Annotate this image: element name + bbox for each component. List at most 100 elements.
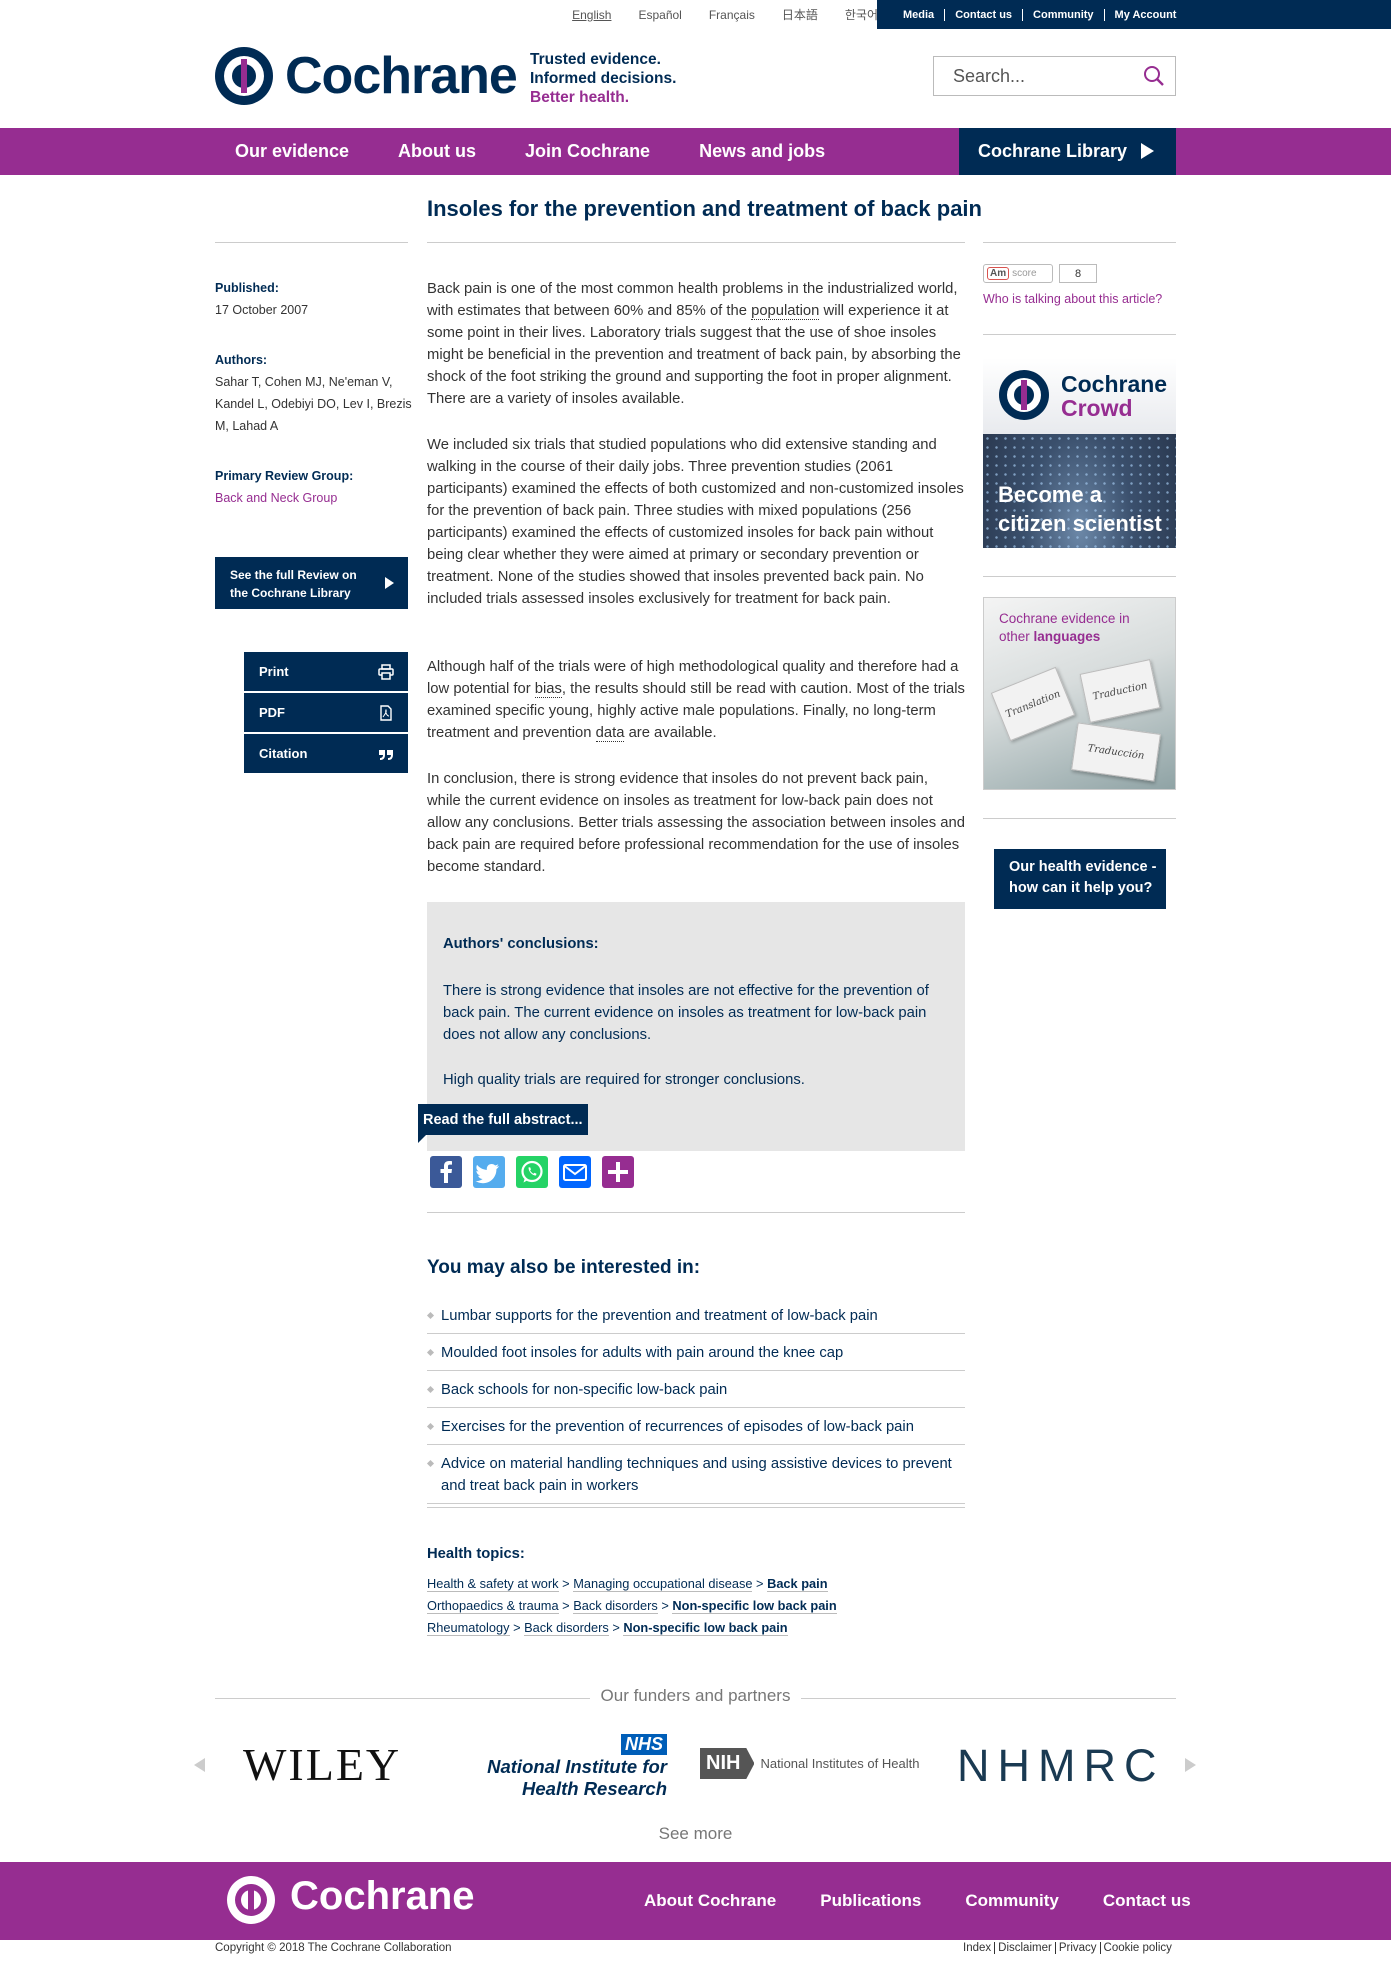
topic-link[interactable]: Rheumatology	[427, 1620, 510, 1636]
topic-link[interactable]: Non-specific low back pain	[623, 1620, 788, 1636]
legal-index[interactable]: Index	[963, 1942, 996, 1954]
carousel-prev-icon[interactable]	[194, 1758, 205, 1772]
topic-link[interactable]: Orthopaedics & trauma	[427, 1598, 559, 1614]
other-languages-emphasis: languages	[1033, 629, 1101, 644]
puzzle-piece: Translation	[990, 666, 1076, 742]
citation-label: Citation	[259, 746, 308, 761]
media-link[interactable]: Media	[891, 8, 946, 21]
footer-publications[interactable]: Publications	[820, 1891, 921, 1911]
altmetric-badge[interactable]: Am score 8	[983, 264, 1097, 283]
cochrane-logo-icon[interactable]	[227, 1876, 275, 1924]
nih-logo[interactable]: NIH National Institutes of Health	[700, 1748, 919, 1779]
twitter-share-icon[interactable]	[473, 1156, 505, 1188]
glossary-link-population[interactable]: population	[751, 303, 820, 320]
nav-news-and-jobs[interactable]: News and jobs	[699, 141, 825, 162]
lang-korean[interactable]: 한국어	[845, 6, 878, 23]
nhmrc-logo[interactable]: NHMRC	[957, 1740, 1164, 1792]
search-icon[interactable]	[1143, 65, 1165, 87]
footer-community[interactable]: Community	[965, 1891, 1059, 1911]
summary-paragraph-4: In conclusion, there is strong evidence …	[427, 771, 965, 875]
footer-about-cochrane[interactable]: About Cochrane	[644, 1891, 776, 1911]
wiley-logo[interactable]: WILEY	[243, 1738, 401, 1791]
published-label: Published:	[215, 281, 279, 295]
related-list: Lumbar supports for the prevention and t…	[427, 1301, 965, 1508]
nav-join-cochrane[interactable]: Join Cochrane	[525, 141, 650, 162]
whatsapp-share-icon[interactable]	[516, 1156, 548, 1188]
lang-japanese[interactable]: 日本語	[782, 6, 818, 23]
carousel-next-icon[interactable]	[1185, 1758, 1196, 1772]
more-share-icon[interactable]	[602, 1156, 634, 1188]
divider	[427, 1212, 965, 1213]
full-review-line-2: the Cochrane Library	[230, 586, 351, 600]
citation-button[interactable]: Citation	[244, 734, 408, 773]
other-languages-text: Cochrane evidence in other languages	[999, 610, 1130, 646]
play-arrow-icon	[385, 577, 394, 589]
puzzle-piece: Traducción	[1071, 722, 1161, 782]
print-button[interactable]: Print	[244, 652, 408, 691]
contact-us-link[interactable]: Contact us	[945, 8, 1024, 21]
footer-logo-text[interactable]: Cochrane	[290, 1874, 475, 1919]
utility-links: Media Contact us Community My Account	[877, 0, 1391, 29]
email-share-icon[interactable]	[559, 1156, 591, 1188]
lang-french[interactable]: Français	[709, 8, 755, 22]
pdf-file-icon	[380, 705, 392, 721]
see-more-link: See more	[0, 1824, 1391, 1844]
community-link[interactable]: Community	[1023, 8, 1105, 21]
read-full-abstract-button[interactable]: Read the full abstract...	[418, 1104, 588, 1143]
footer-contact-us[interactable]: Contact us	[1103, 1891, 1191, 1911]
nih-text: National Institutes of Health	[760, 1756, 920, 1771]
topic-link[interactable]: Health & safety at work	[427, 1576, 559, 1592]
related-item[interactable]: Lumbar supports for the prevention and t…	[427, 1301, 965, 1334]
authors-line-1: Sahar T, Cohen MJ, Ne'eman V,	[215, 375, 393, 389]
who-talking-link[interactable]: Who is talking about this article?	[983, 292, 1162, 306]
puzzle-piece: Traduction	[1079, 659, 1161, 723]
related-item[interactable]: Back schools for non-specific low-back p…	[427, 1375, 965, 1408]
full-review-button[interactable]: See the full Review on the Cochrane Libr…	[215, 557, 408, 609]
utility-bar: English Español Français 日本語 한국어 Media C…	[0, 0, 1391, 29]
full-review-line-1: See the full Review on	[230, 568, 357, 582]
glossary-link-data[interactable]: data	[595, 725, 625, 742]
my-account-link[interactable]: My Account	[1105, 9, 1187, 21]
legal-disclaimer[interactable]: Disclaimer	[995, 1942, 1056, 1954]
facebook-share-icon[interactable]	[430, 1156, 462, 1188]
health-evidence-line-2: how can it help you?	[1009, 880, 1153, 896]
cochrane-logo[interactable]: Cochrane	[215, 46, 518, 106]
divider	[215, 242, 408, 243]
divider	[983, 576, 1176, 577]
topic-link[interactable]: Back disorders	[573, 1598, 658, 1614]
conclusions-paragraph-1: There is strong evidence that insoles ar…	[443, 983, 929, 1043]
related-item[interactable]: Advice on material handling techniques a…	[427, 1449, 965, 1504]
cochrane-library-button[interactable]: Cochrane Library	[959, 128, 1176, 175]
review-group-link[interactable]: Back and Neck Group	[215, 487, 353, 509]
lang-english[interactable]: English	[572, 8, 611, 22]
crowd-tagline: Become a citizen scientist	[998, 480, 1162, 538]
topic-link[interactable]: Back pain	[767, 1576, 828, 1592]
divider	[427, 1507, 965, 1508]
nav-about-us[interactable]: About us	[398, 141, 476, 162]
other-languages-banner[interactable]: Cochrane evidence in other languages Tra…	[983, 597, 1176, 790]
altmetric-am: Am	[987, 267, 1010, 280]
authors-line-2: Kandel L, Odebiyi DO, Lev I, Brezis	[215, 397, 412, 411]
health-evidence-button[interactable]: Our health evidence - how can it help yo…	[994, 849, 1166, 909]
nih-mark: NIH	[700, 1748, 755, 1779]
review-group-label: Primary Review Group:	[215, 469, 354, 483]
search-input[interactable]: Search...	[933, 56, 1176, 96]
nav-our-evidence[interactable]: Our evidence	[235, 141, 349, 162]
cochrane-library-label: Cochrane Library	[978, 141, 1128, 161]
legal-privacy[interactable]: Privacy	[1055, 1942, 1101, 1954]
topic-link[interactable]: Managing occupational disease	[573, 1576, 753, 1592]
topic-link[interactable]: Non-specific low back pain	[672, 1598, 837, 1614]
legal-cookie-policy[interactable]: Cookie policy	[1101, 1942, 1172, 1954]
cochrane-crowd-banner[interactable]: Cochrane Crowd Become a citizen scientis…	[983, 358, 1176, 548]
related-item[interactable]: Moulded foot insoles for adults with pai…	[427, 1338, 965, 1371]
published-date: 17 October 2007	[215, 303, 309, 317]
health-evidence-line-1: Our health evidence -	[1009, 859, 1157, 875]
pdf-button[interactable]: PDF	[244, 693, 408, 732]
funders-heading: Our funders and partners	[0, 1686, 1391, 1706]
topic-link[interactable]: Back disorders	[524, 1620, 609, 1636]
glossary-link-bias[interactable]: bias	[534, 681, 562, 698]
lang-spanish[interactable]: Español	[638, 8, 681, 22]
tagline-line-1: Trusted evidence.	[530, 51, 661, 68]
related-item[interactable]: Exercises for the prevention of recurren…	[427, 1412, 965, 1445]
see-more-text[interactable]: See more	[659, 1824, 733, 1843]
